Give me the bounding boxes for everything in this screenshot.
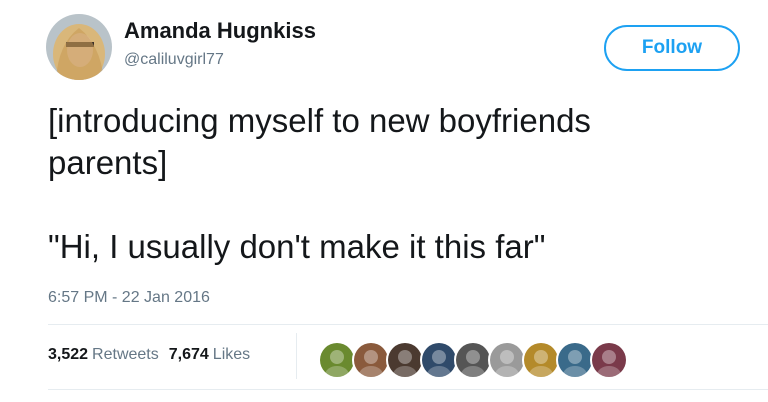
author-photo-icon bbox=[46, 14, 112, 80]
likes-label: Likes bbox=[212, 346, 251, 363]
likes-count: 7,674 bbox=[168, 346, 209, 363]
avatar-photo-dark-icon[interactable] bbox=[386, 341, 424, 379]
divider-top bbox=[48, 324, 768, 325]
retweets-stat[interactable]: 3,522 Retweets bbox=[48, 346, 159, 364]
retweets-label: Retweets bbox=[92, 346, 159, 363]
avatar-photo-blue-icon[interactable] bbox=[420, 341, 458, 379]
avatar-photo-man-icon[interactable] bbox=[352, 341, 390, 379]
avatar-photo-green-icon[interactable] bbox=[318, 341, 356, 379]
divider-bottom bbox=[48, 389, 768, 390]
liker-avatars bbox=[318, 341, 628, 379]
avatar-photo-teal-icon[interactable] bbox=[556, 341, 594, 379]
tweet-stats: 3,522 Retweets 7,674 Likes bbox=[48, 346, 250, 364]
avatar-photo-light-icon[interactable] bbox=[488, 341, 526, 379]
author-avatar[interactable] bbox=[46, 14, 112, 80]
likes-stat[interactable]: 7,674 Likes bbox=[169, 346, 250, 364]
retweets-count: 3,522 bbox=[48, 346, 89, 363]
author-display-name[interactable]: Amanda Hugnkiss bbox=[124, 18, 316, 44]
tweet-timestamp[interactable]: 6:57 PM - 22 Jan 2016 bbox=[48, 289, 210, 307]
author-handle[interactable]: @caliluvgirl77 bbox=[124, 51, 224, 69]
follow-button[interactable]: Follow bbox=[604, 25, 740, 71]
tweet-text: [introducing myself to new boyfriends pa… bbox=[48, 102, 591, 265]
avatar-photo-rose-icon[interactable] bbox=[590, 341, 628, 379]
avatar-photo-gold-icon[interactable] bbox=[522, 341, 560, 379]
stats-separator bbox=[296, 333, 297, 379]
avatar-photo-pet-icon[interactable] bbox=[454, 341, 492, 379]
